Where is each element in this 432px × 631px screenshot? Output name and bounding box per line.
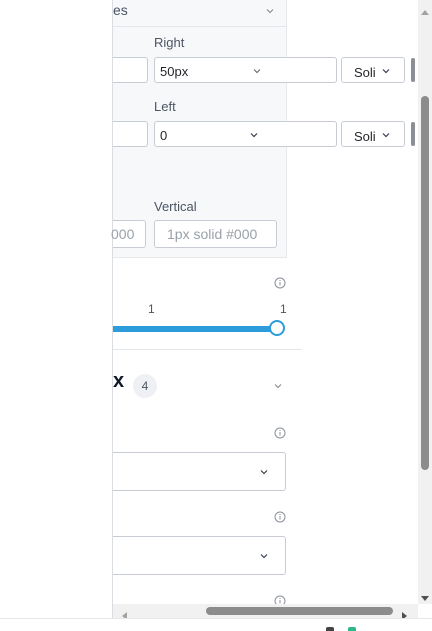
info-icon[interactable] bbox=[274, 511, 286, 523]
arrow-up-icon[interactable] bbox=[421, 2, 429, 20]
chevron-down-icon bbox=[252, 66, 262, 76]
right-width-value: 50px bbox=[160, 64, 189, 79]
chevron-down-icon[interactable] bbox=[273, 381, 283, 391]
flex-direction-select[interactable] bbox=[113, 452, 286, 491]
section-divider bbox=[113, 349, 302, 350]
slider-fill bbox=[113, 326, 277, 332]
horizontal-border-value: 000 bbox=[111, 226, 135, 242]
vertical-scrollbar[interactable] bbox=[418, 0, 432, 604]
bottom-bar bbox=[0, 618, 432, 631]
left-style-value: Soli bbox=[354, 129, 376, 144]
arrow-down-icon[interactable] bbox=[421, 589, 429, 607]
top-width-input[interactable] bbox=[113, 57, 148, 83]
slider-min-label: 1 bbox=[148, 302, 155, 316]
right-label: Right bbox=[154, 35, 185, 50]
canvas-area bbox=[0, 0, 112, 630]
flex-wrap-select[interactable] bbox=[113, 536, 286, 575]
flex-section-title: x bbox=[113, 370, 125, 392]
horizontal-scroll-thumb[interactable] bbox=[206, 607, 393, 615]
right-width-select[interactable]: 50px bbox=[154, 57, 337, 83]
chevron-down-icon bbox=[259, 467, 269, 477]
bottom-width-input[interactable] bbox=[113, 121, 148, 147]
right-color-swatch[interactable] bbox=[411, 58, 415, 82]
chevron-down-icon bbox=[249, 130, 259, 140]
info-icon[interactable] bbox=[274, 595, 286, 604]
vertical-border-input[interactable]: 1px solid #000 bbox=[154, 220, 277, 248]
section-header-title: es bbox=[113, 2, 128, 18]
chevron-down-icon bbox=[259, 551, 269, 561]
left-style-select[interactable]: Soli bbox=[341, 121, 405, 147]
left-width-select[interactable]: 0 bbox=[154, 121, 337, 147]
section-header[interactable]: es bbox=[113, 0, 286, 27]
left-color-swatch[interactable] bbox=[411, 122, 415, 146]
slider-thumb[interactable] bbox=[269, 320, 285, 336]
status-indicator bbox=[348, 627, 356, 631]
left-label: Left bbox=[154, 99, 176, 114]
vertical-border-placeholder: 1px solid #000 bbox=[167, 226, 258, 242]
slider-max-label: 1 bbox=[280, 302, 287, 316]
horizontal-border-input[interactable]: 000 bbox=[111, 220, 146, 248]
chevron-down-icon bbox=[381, 66, 391, 76]
right-style-value: Soli bbox=[354, 65, 376, 80]
info-icon[interactable] bbox=[274, 427, 286, 439]
vertical-label: Vertical bbox=[154, 199, 197, 214]
left-width-value: 0 bbox=[160, 128, 168, 143]
right-style-select[interactable]: Soli bbox=[341, 57, 405, 83]
chevron-down-icon bbox=[381, 130, 391, 140]
status-indicator bbox=[326, 627, 334, 631]
slider-track[interactable] bbox=[113, 326, 277, 332]
vertical-scroll-thumb[interactable] bbox=[421, 96, 429, 470]
horizontal-scrollbar[interactable] bbox=[113, 604, 418, 620]
count-badge: 4 bbox=[133, 374, 157, 398]
chevron-down-icon bbox=[265, 6, 275, 16]
info-icon[interactable] bbox=[274, 277, 286, 289]
